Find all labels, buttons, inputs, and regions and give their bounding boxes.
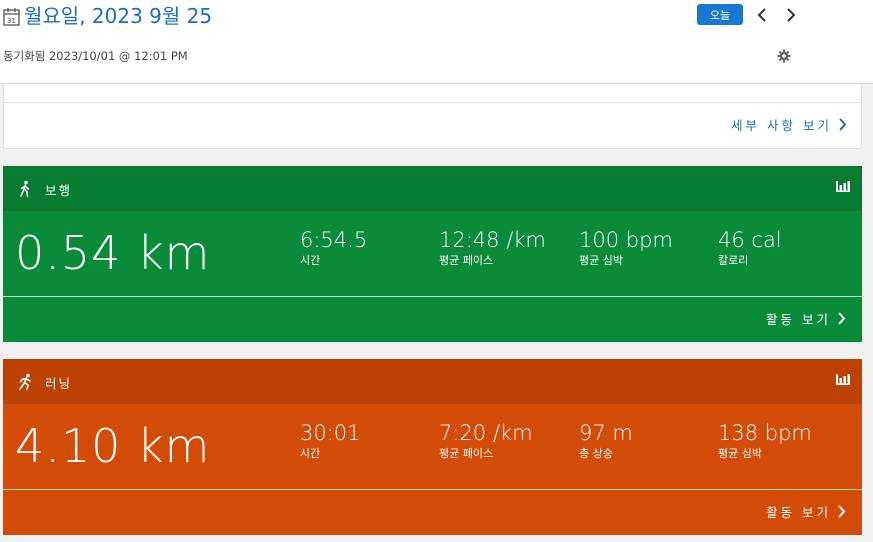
details-card: 세부 사항 보기 [3, 84, 862, 149]
bar-chart-icon[interactable] [836, 181, 850, 192]
view-activity-label: 활동 보기 [766, 505, 831, 520]
metric-label: 시간 [300, 254, 321, 267]
running-icon [19, 373, 31, 391]
walking-icon [20, 180, 30, 197]
metric-value: 97 m [579, 421, 633, 445]
previous-day-button[interactable] [752, 4, 772, 26]
metric-total-ascent: 97 m 총 상승 [579, 419, 633, 462]
activity-header: 러닝 [3, 359, 862, 404]
view-details-link[interactable]: 세부 사항 보기 [731, 115, 847, 134]
activity-header: 보행 [3, 166, 862, 211]
page-title: 월요일, 2023 9월 25 [24, 4, 213, 28]
view-details-label: 세부 사항 보기 [731, 118, 832, 133]
metric-avg-pace: 7:20 /km 평균 페이스 [439, 419, 533, 462]
chevron-right-icon [838, 312, 846, 325]
metric-label: 평균 페이스 [439, 254, 494, 267]
calendar-icon[interactable]: 31 [3, 7, 20, 26]
activity-card-running[interactable]: 러닝 4.10 km 30:01 시간 7:20 /km 평균 페이스 97 m… [3, 359, 862, 535]
metric-label: 평균 페이스 [439, 447, 494, 460]
metric-value: 7:20 /km [439, 421, 533, 445]
metric-time: 30:01 시간 [300, 419, 361, 462]
sync-status: 동기화됨 2023/10/01 @ 12:01 PM [3, 49, 188, 63]
view-activity-link[interactable]: 활동 보기 [766, 502, 846, 521]
activity-distance: 0.54 km [15, 226, 211, 280]
chevron-right-icon [839, 118, 847, 131]
gear-icon [777, 49, 791, 63]
date-row: 31 월요일, 2023 9월 25 [3, 3, 212, 29]
calendar-day-number: 31 [7, 17, 16, 25]
bar-chart-icon[interactable] [836, 374, 850, 385]
metric-calories: 46 cal 칼로리 [718, 226, 782, 269]
metric-avg-pace: 12:48 /km 평균 페이스 [439, 226, 546, 269]
activity-name: 보행 [45, 183, 73, 198]
next-day-button[interactable] [781, 4, 801, 26]
activity-distance: 4.10 km [15, 419, 211, 473]
metric-value: 46 cal [718, 228, 782, 252]
activity-name: 러닝 [45, 376, 73, 391]
divider [4, 102, 861, 103]
divider [3, 296, 862, 297]
metric-label: 칼로리 [718, 254, 749, 267]
view-activity-link[interactable]: 활동 보기 [766, 309, 846, 328]
chevron-right-icon [838, 505, 846, 518]
settings-button[interactable] [776, 48, 792, 64]
metric-label: 시간 [300, 447, 321, 460]
activity-card-walking[interactable]: 보행 0.54 km 6:54.5 시간 12:48 /km 평균 페이스 10… [3, 166, 862, 342]
divider [3, 489, 862, 490]
metric-avg-heart-rate: 100 bpm 평균 심박 [579, 226, 673, 269]
metric-value: 6:54.5 [300, 228, 368, 252]
metric-label: 평균 심박 [718, 447, 762, 460]
metric-value: 138 bpm [718, 421, 812, 445]
metric-label: 평균 심박 [579, 254, 623, 267]
chevron-left-icon [757, 8, 766, 22]
view-activity-label: 활동 보기 [766, 312, 831, 327]
metric-time: 6:54.5 시간 [300, 226, 367, 269]
metric-label: 총 상승 [579, 447, 613, 460]
metric-avg-heart-rate: 138 bpm 평균 심박 [718, 419, 812, 462]
day-header: 31 월요일, 2023 9월 25 오늘 동기화됨 2023/10/01 @ … [0, 0, 873, 84]
chevron-right-icon [787, 8, 796, 22]
today-button[interactable]: 오늘 [697, 4, 743, 25]
metric-value: 100 bpm [579, 228, 673, 252]
metric-value: 30:01 [300, 421, 361, 445]
metric-value: 12:48 /km [439, 228, 546, 252]
